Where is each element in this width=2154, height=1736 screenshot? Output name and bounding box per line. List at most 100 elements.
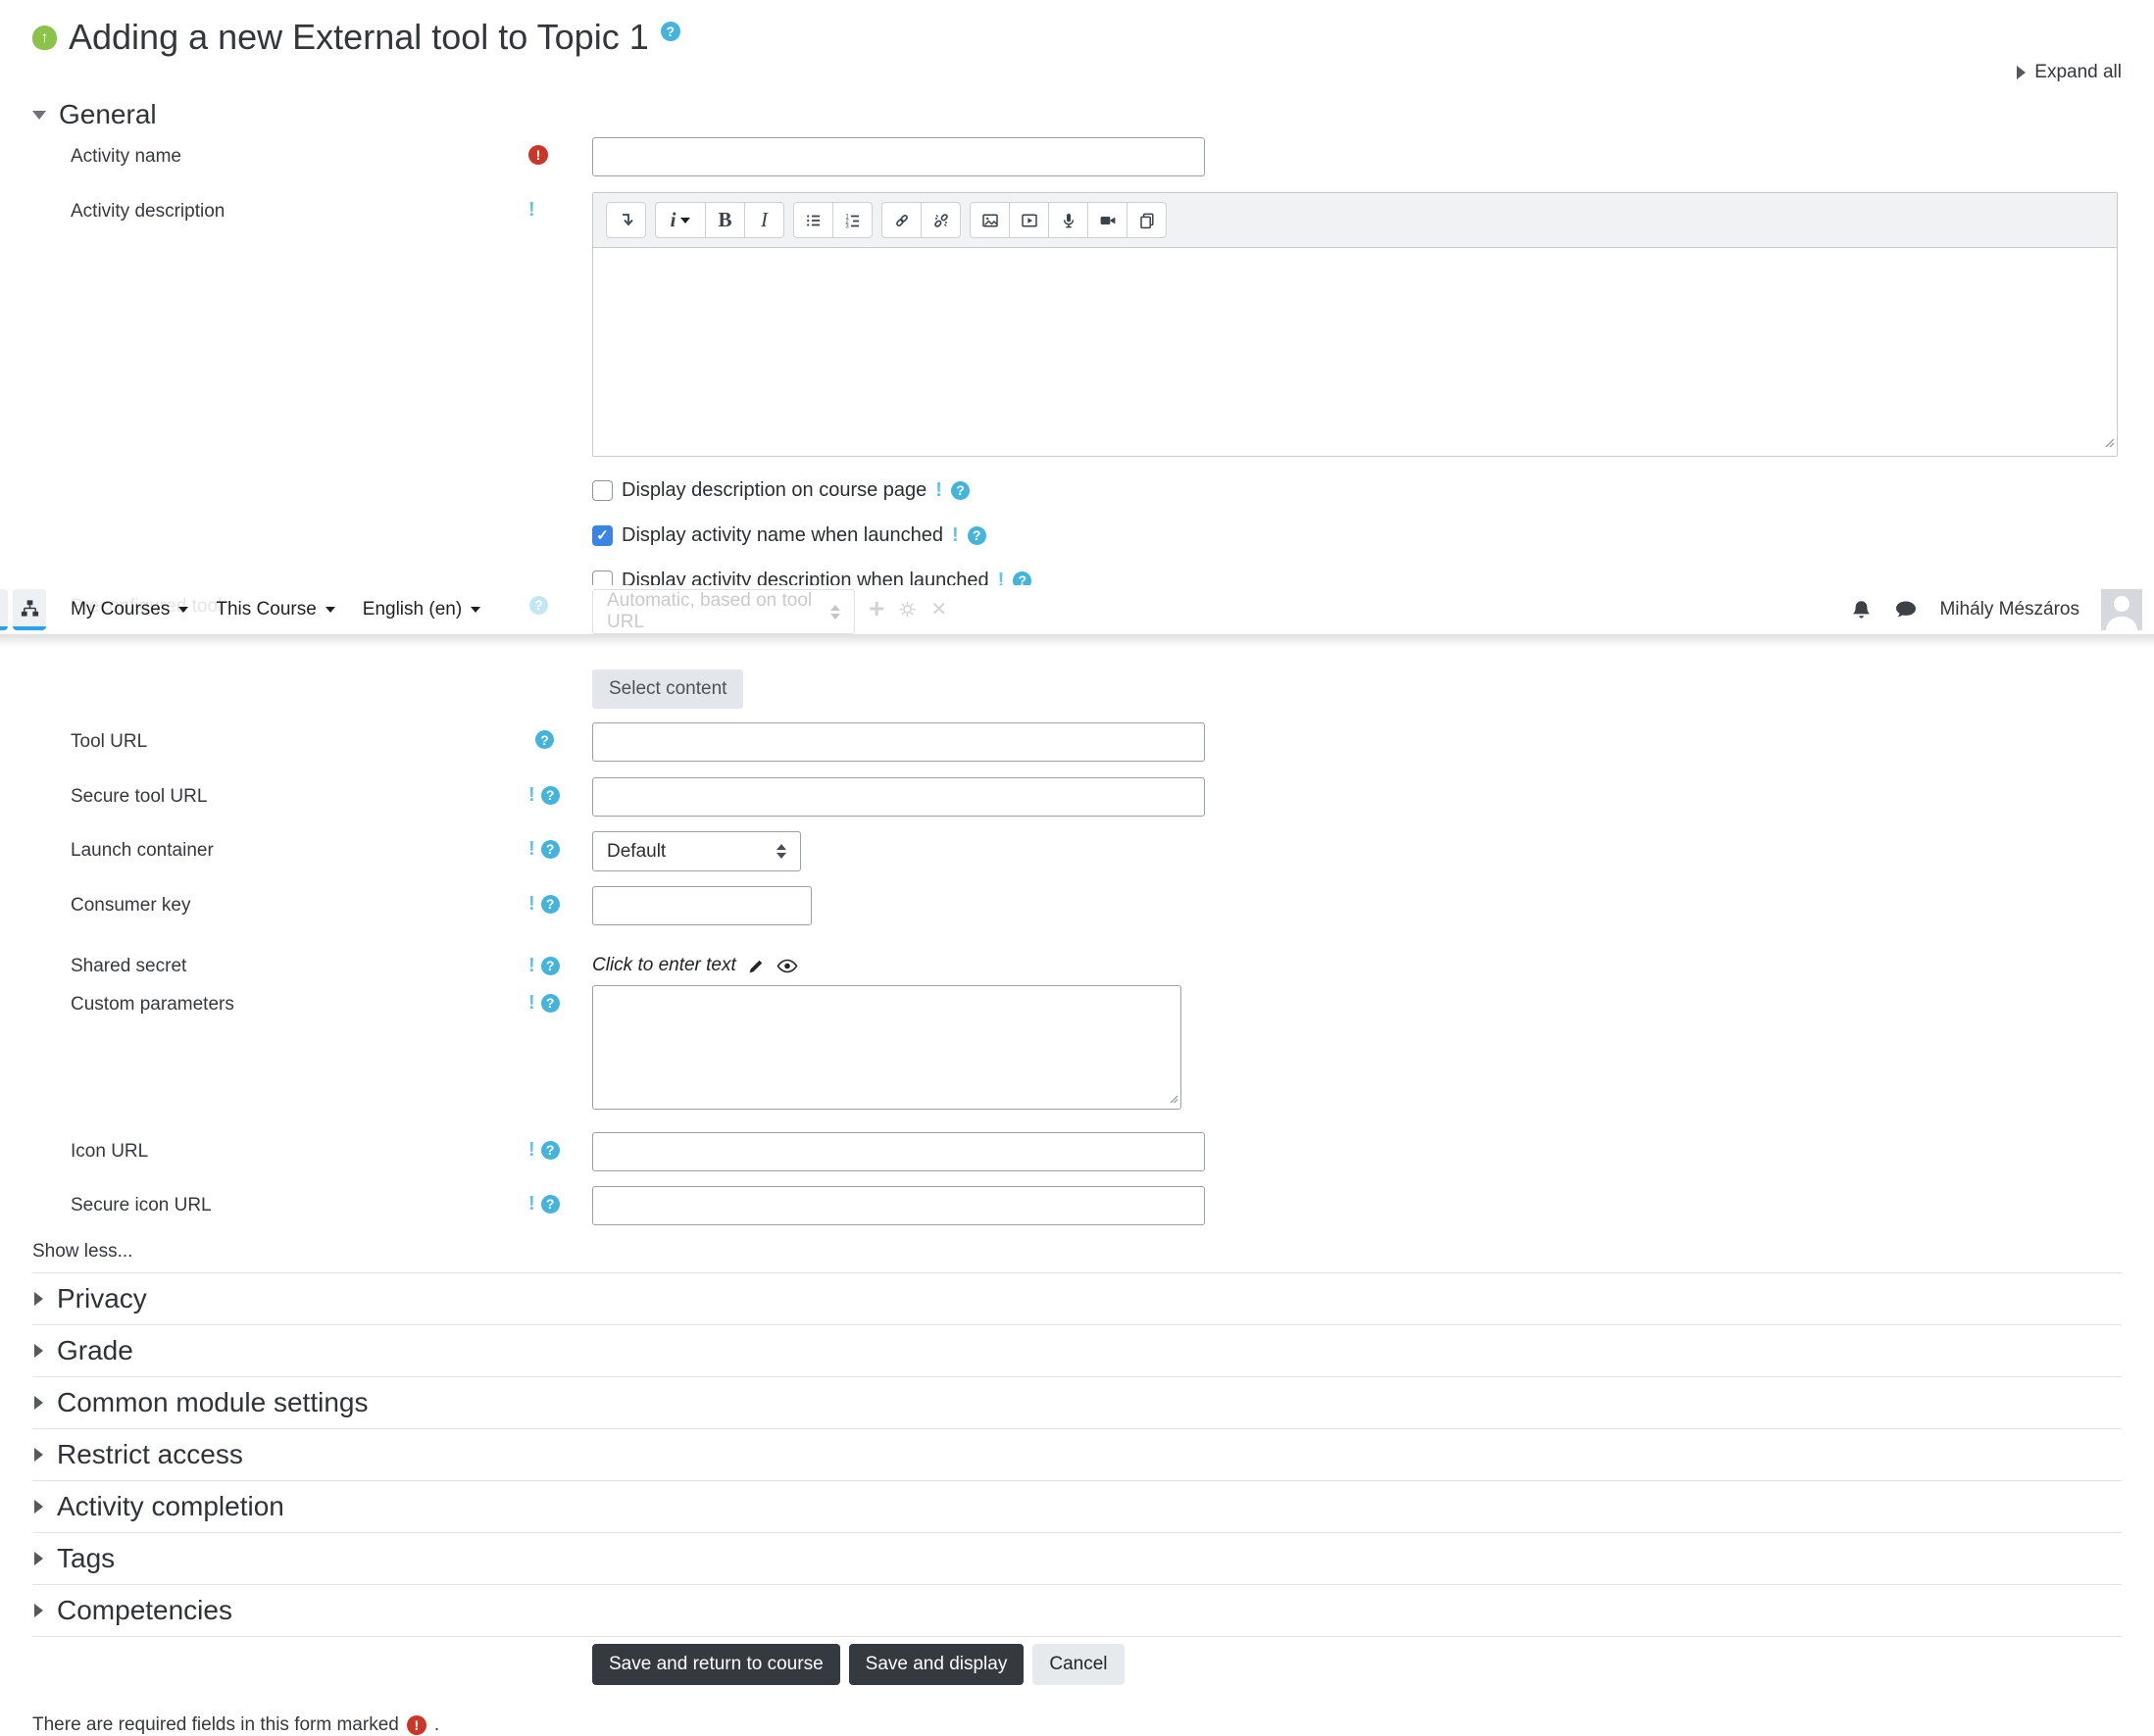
icon-url-input[interactable] [592, 1132, 1205, 1171]
section-common-module-settings[interactable]: Common module settings [32, 1376, 2122, 1428]
italic-icon[interactable]: I [744, 202, 784, 238]
secure-tool-url-input[interactable] [592, 777, 1205, 817]
external-tool-icon: ↑ [32, 25, 57, 50]
chevron-right-icon [34, 1396, 43, 1410]
gear-icon[interactable] [898, 600, 917, 619]
shared-secret-inline-edit[interactable]: Click to enter text [592, 955, 736, 976]
chevron-right-icon [34, 1500, 43, 1513]
nav-tab-partial[interactable] [0, 589, 8, 630]
eye-icon[interactable] [776, 959, 798, 973]
chevron-right-icon [34, 1448, 43, 1462]
nav-language[interactable]: English (en) [349, 585, 494, 634]
unlink-icon[interactable] [921, 202, 961, 238]
resize-handle-icon[interactable] [2103, 432, 2115, 454]
help-icon[interactable]: ? [950, 480, 970, 500]
chevron-right-icon [34, 1344, 43, 1358]
row-icon-url: Icon URL !? [32, 1132, 2122, 1171]
editor-textarea[interactable] [593, 248, 2117, 456]
section-general[interactable]: General [32, 96, 2122, 133]
secure-icon-url-input[interactable] [592, 1186, 1205, 1225]
link-icon[interactable] [881, 202, 922, 238]
section-competencies[interactable]: Competencies [32, 1584, 2122, 1637]
row-activity-name: Activity name ! [32, 137, 2122, 176]
help-icon[interactable]: ? [967, 525, 986, 545]
help-icon[interactable]: ? [540, 839, 560, 859]
custom-parameters-textarea[interactable] [592, 985, 1181, 1110]
help-icon[interactable]: ? [540, 956, 560, 975]
display-description-checkbox[interactable] [592, 479, 613, 501]
unordered-list-icon[interactable] [793, 202, 833, 238]
activity-name-label: Activity name [71, 146, 181, 167]
help-icon[interactable]: ? [540, 894, 560, 914]
row-launch-container: Launch container !? Default [32, 831, 2122, 871]
section-tags[interactable]: Tags [32, 1532, 2122, 1584]
section-grade[interactable]: Grade [32, 1324, 2122, 1376]
row-activity-description: Activity description ! i B I 1 2 3 [32, 192, 2122, 457]
page-header: ↑ Adding a new External tool to Topic 1 … [32, 0, 2122, 59]
select-arrows-icon [830, 604, 840, 620]
advanced-field-icon: ! [528, 1139, 535, 1161]
media-icon[interactable] [1009, 202, 1049, 238]
help-icon[interactable]: ? [540, 993, 560, 1013]
required-fields-note: There are required fields in this form m… [32, 1714, 440, 1735]
help-icon[interactable]: ? [660, 22, 680, 41]
preconfigured-tool-select[interactable]: Automatic, based on tool URL [592, 589, 855, 634]
advanced-field-icon: ! [528, 893, 535, 915]
add-tool-icon[interactable]: + [869, 594, 884, 623]
help-icon[interactable]: ? [535, 730, 554, 749]
user-name[interactable]: Mihály Mészáros [1939, 599, 2079, 620]
section-activity-completion[interactable]: Activity completion [32, 1480, 2122, 1532]
advanced-field-icon: ! [528, 992, 535, 1014]
sitemap-icon[interactable] [13, 589, 46, 630]
activity-name-input[interactable] [592, 137, 1205, 176]
notifications-bell-icon[interactable] [1850, 599, 1873, 621]
resize-handle-icon[interactable] [1168, 1088, 1178, 1110]
image-icon[interactable] [970, 202, 1010, 238]
activity-description-label: Activity description [71, 201, 225, 222]
row-custom-parameters: Custom parameters !? [32, 985, 2122, 1116]
launch-container-select[interactable]: Default [592, 831, 801, 871]
section-privacy[interactable]: Privacy [32, 1272, 2122, 1324]
row-display-activity-name: ✓ Display activity name when launched ! … [592, 523, 2122, 547]
consumer-key-input[interactable] [592, 886, 812, 925]
advanced-field-icon: ! [951, 524, 959, 546]
chevron-down-icon [471, 607, 481, 613]
save-and-display-button[interactable]: Save and display [848, 1644, 1025, 1685]
cancel-button[interactable]: Cancel [1032, 1644, 1125, 1685]
show-less-link[interactable]: Show less... [32, 1241, 2122, 1263]
pencil-icon[interactable] [748, 958, 765, 974]
nav-this-course[interactable]: This Course [202, 585, 348, 634]
help-icon[interactable]: ? [540, 1140, 560, 1160]
save-and-return-button[interactable]: Save and return to course [592, 1644, 840, 1685]
expand-all-link[interactable]: Expand all [32, 61, 2122, 84]
display-activity-name-checkbox[interactable]: ✓ [592, 524, 613, 546]
select-content-button[interactable]: Select content [592, 670, 744, 709]
record-video-icon[interactable] [1087, 202, 1127, 238]
tool-url-input[interactable] [592, 722, 1205, 762]
help-icon[interactable]: ? [540, 785, 560, 805]
section-restrict-access[interactable]: Restrict access [32, 1428, 2122, 1480]
navbar: My Courses This Course English (en) Mihá… [0, 585, 2154, 634]
ordered-list-icon[interactable]: 123 [832, 202, 873, 238]
avatar[interactable] [2101, 589, 2142, 630]
required-icon: ! [406, 1715, 426, 1735]
editor-toolbar: i B I 123 [593, 193, 2117, 248]
form-page: ↑ Adding a new External tool to Topic 1 … [0, 0, 2154, 1736]
form-actions: Save and return to course Save and displ… [592, 1644, 2122, 1685]
advanced-field-icon: ! [528, 955, 535, 976]
record-audio-icon[interactable] [1048, 202, 1088, 238]
row-shared-secret: Shared secret !? Click to enter text [32, 945, 2122, 977]
manage-files-icon[interactable] [1127, 202, 1167, 238]
paragraph-style-icon[interactable]: i [655, 202, 706, 238]
collapsed-sections: Privacy Grade Common module settings Res… [32, 1272, 2122, 1637]
help-icon[interactable]: ? [540, 1194, 560, 1214]
delete-tool-icon[interactable]: ✕ [930, 597, 947, 621]
bold-icon[interactable]: B [705, 202, 745, 238]
collapse-toolbar-icon[interactable] [606, 202, 646, 238]
row-consumer-key: Consumer key !? [32, 886, 2122, 925]
page-title: Adding a new External tool to Topic 1 [69, 17, 649, 57]
chevron-right-icon [2017, 66, 2027, 79]
row-secure-icon-url: Secure icon URL !? [32, 1186, 2122, 1225]
messages-icon[interactable] [1894, 599, 1918, 620]
chevron-down-icon [32, 110, 46, 120]
